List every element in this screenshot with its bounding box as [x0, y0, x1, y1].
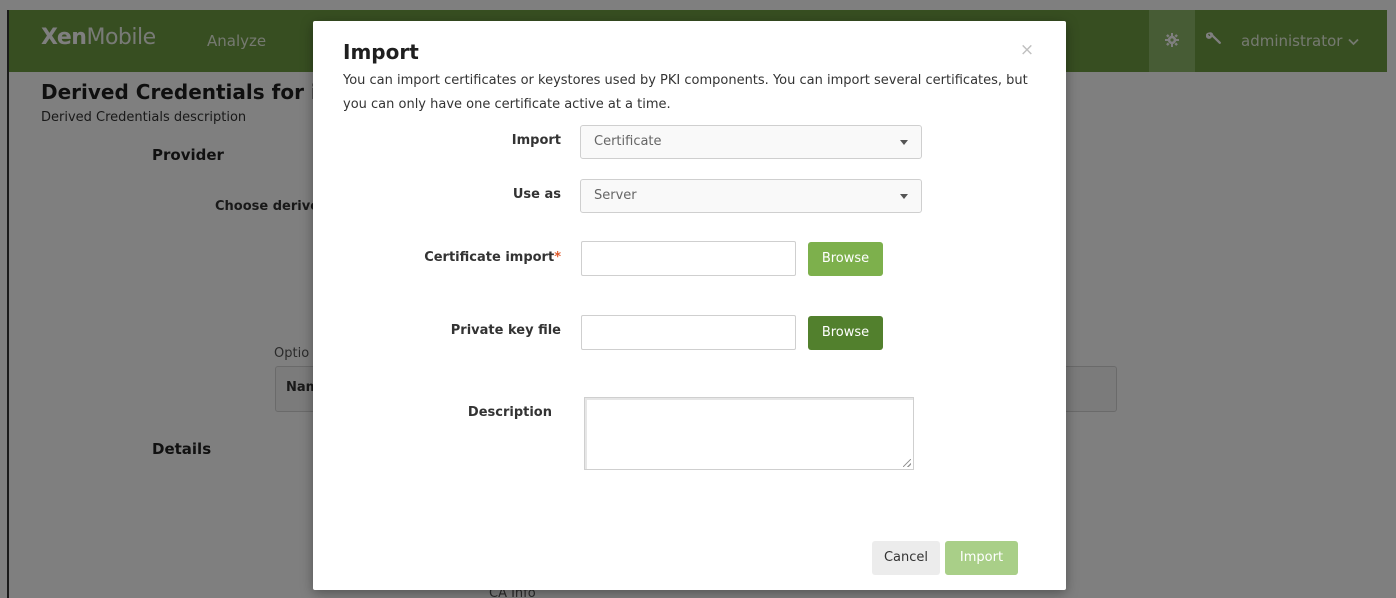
caret-down-icon: [900, 194, 908, 199]
close-icon[interactable]: ×: [1016, 40, 1038, 62]
dialog-title: Import: [343, 40, 419, 64]
private-key-file-input[interactable]: [581, 315, 796, 350]
description-label: Description: [467, 405, 552, 420]
certificate-file-input[interactable]: [581, 241, 796, 276]
import-type-label: Import: [511, 133, 561, 148]
import-dialog: Import × You can import certificates or …: [313, 21, 1066, 590]
use-as-label: Use as: [512, 187, 561, 202]
dialog-intro-text: You can import certificates or keystores…: [343, 73, 1028, 112]
private-key-label: Private key file: [450, 323, 561, 338]
certificate-import-label-text: Certificate import: [424, 250, 555, 265]
import-type-select[interactable]: Certificate: [580, 125, 922, 159]
import-button[interactable]: Import: [945, 541, 1018, 575]
use-as-select[interactable]: Server: [580, 179, 922, 213]
cancel-button[interactable]: Cancel: [872, 541, 940, 575]
description-textarea[interactable]: [584, 397, 914, 470]
import-type-value: Certificate: [594, 134, 662, 149]
page: XenMobile Analyze: [0, 0, 1396, 598]
private-key-browse-button[interactable]: Browse: [808, 316, 883, 350]
required-marker: *: [554, 250, 561, 265]
window-frame-edge: [7, 10, 9, 598]
resize-grip-icon[interactable]: [903, 459, 911, 467]
certificate-browse-button[interactable]: Browse: [808, 242, 883, 276]
caret-down-icon: [900, 140, 908, 145]
use-as-value: Server: [594, 188, 637, 203]
certificate-import-label: Certificate import*: [393, 250, 561, 265]
